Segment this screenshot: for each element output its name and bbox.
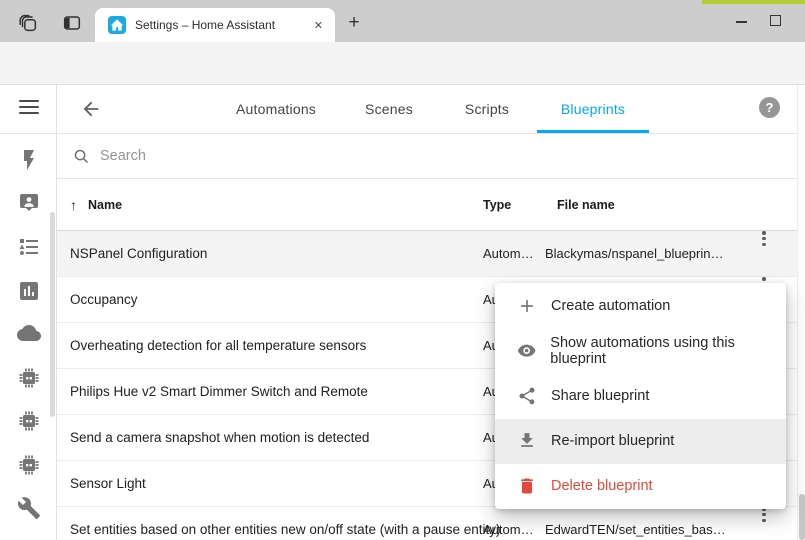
row-name: Overheating detection for all temperatur… — [70, 323, 366, 369]
menu-item-create-automation[interactable]: Create automation — [495, 283, 786, 328]
row-file-name: Blackymas/nspanel_blueprin… — [545, 231, 723, 277]
menu-item-share-blueprint[interactable]: Share blueprint — [495, 373, 786, 418]
maximize-button[interactable] — [770, 15, 781, 26]
chip-icon — [17, 453, 41, 477]
row-type: Autom… — [483, 507, 534, 540]
table-row[interactable]: Set entities based on other entities new… — [57, 507, 797, 540]
column-header-name[interactable]: Name — [88, 180, 122, 231]
sidebar-item-todo-lists[interactable] — [17, 235, 41, 259]
ha-sidebar — [0, 85, 57, 540]
tab-actions-icon[interactable] — [61, 12, 83, 34]
cloud-icon — [17, 322, 41, 346]
row-type: Autom… — [483, 231, 534, 277]
sidebar-item-settings[interactable] — [17, 496, 41, 520]
search-placeholder: Search — [100, 134, 146, 179]
plus-icon — [517, 296, 537, 316]
page-scrollbar-thumb[interactable] — [799, 494, 805, 540]
tab-blueprints[interactable]: Blueprints — [537, 85, 649, 131]
chip-icon — [17, 366, 41, 390]
eye-icon — [517, 341, 536, 361]
tab-scripts[interactable]: Scripts — [465, 85, 509, 131]
menu-item-delete-blueprint[interactable]: Delete blueprint — [495, 464, 786, 509]
sidebar-item-device-1[interactable] — [17, 366, 41, 390]
page-scrollbar[interactable] — [797, 85, 805, 540]
sidebar-item-history[interactable] — [17, 279, 41, 303]
workspaces-icon[interactable] — [17, 12, 39, 34]
browser-titlebar: Settings – Home Assistant ✕ + — [0, 0, 805, 42]
tab-scenes[interactable]: Scenes — [365, 85, 413, 131]
row-name: Sensor Light — [70, 461, 146, 507]
screen-edge-strip — [702, 0, 805, 4]
sidebar-item-assist[interactable] — [17, 191, 41, 215]
share-icon — [517, 386, 537, 406]
ha-header: Automations Scenes Scripts Blueprints ? — [57, 85, 797, 133]
sidebar-item-energy[interactable] — [17, 148, 41, 172]
blueprint-context-menu: Create automation Show automations using… — [495, 283, 786, 509]
row-overflow-menu-icon[interactable] — [756, 507, 772, 525]
row-name: Occupancy — [70, 277, 138, 323]
home-assistant-favicon — [108, 16, 126, 34]
chart-box-icon — [17, 279, 41, 303]
tab-close-icon[interactable]: ✕ — [314, 19, 323, 32]
row-name: NSPanel Configuration — [70, 231, 207, 277]
browser-window: Settings – Home Assistant ✕ + Not secure… — [0, 0, 805, 540]
new-tab-button[interactable]: + — [341, 10, 367, 36]
row-overflow-menu-icon[interactable] — [756, 231, 772, 249]
browser-tab[interactable]: Settings – Home Assistant ✕ — [95, 8, 335, 42]
sidebar-item-device-2[interactable] — [17, 409, 41, 433]
trash-icon — [517, 476, 537, 496]
download-icon — [517, 431, 537, 451]
menu-item-show-automations[interactable]: Show automations using this blueprint — [495, 328, 786, 373]
row-name: Send a camera snapshot when motion is de… — [70, 415, 369, 461]
lightning-icon — [17, 148, 41, 172]
row-name: Philips Hue v2 Smart Dimmer Switch and R… — [70, 369, 368, 415]
search-input[interactable]: Search — [57, 134, 797, 179]
menu-icon[interactable] — [19, 100, 39, 116]
column-header-file-name[interactable]: File name — [557, 180, 615, 231]
sidebar-item-cloud[interactable] — [17, 322, 41, 346]
tab-automations[interactable]: Automations — [236, 85, 316, 131]
chip-icon — [17, 409, 41, 433]
tab-title: Settings – Home Assistant — [135, 18, 308, 32]
sidebar-scrollbar[interactable] — [50, 212, 55, 417]
search-icon — [73, 148, 90, 165]
sort-ascending-icon[interactable]: ↑ — [70, 180, 77, 231]
table-row[interactable]: NSPanel Configuration Autom… Blackymas/n… — [57, 231, 797, 277]
ha-back-button[interactable] — [80, 98, 102, 120]
wrench-icon — [17, 496, 41, 520]
menu-item-reimport-blueprint[interactable]: Re-import blueprint — [495, 419, 786, 464]
browser-toolbar: Not secure homeassistant.local :8123/… A — [0, 42, 805, 85]
column-header-type[interactable]: Type — [483, 180, 511, 231]
table-header: ↑ Name Type File name — [57, 180, 797, 231]
assist-person-icon — [17, 191, 41, 215]
sidebar-item-device-3[interactable] — [17, 453, 41, 477]
row-name: Set entities based on other entities new… — [70, 507, 501, 540]
minimize-button[interactable] — [726, 12, 756, 32]
row-file-name: EdwardTEN/set_entities_bas… — [545, 507, 726, 540]
list-icon — [17, 235, 41, 259]
page-viewport: Automations Scenes Scripts Blueprints ? … — [0, 85, 805, 540]
help-icon[interactable]: ? — [759, 97, 780, 118]
